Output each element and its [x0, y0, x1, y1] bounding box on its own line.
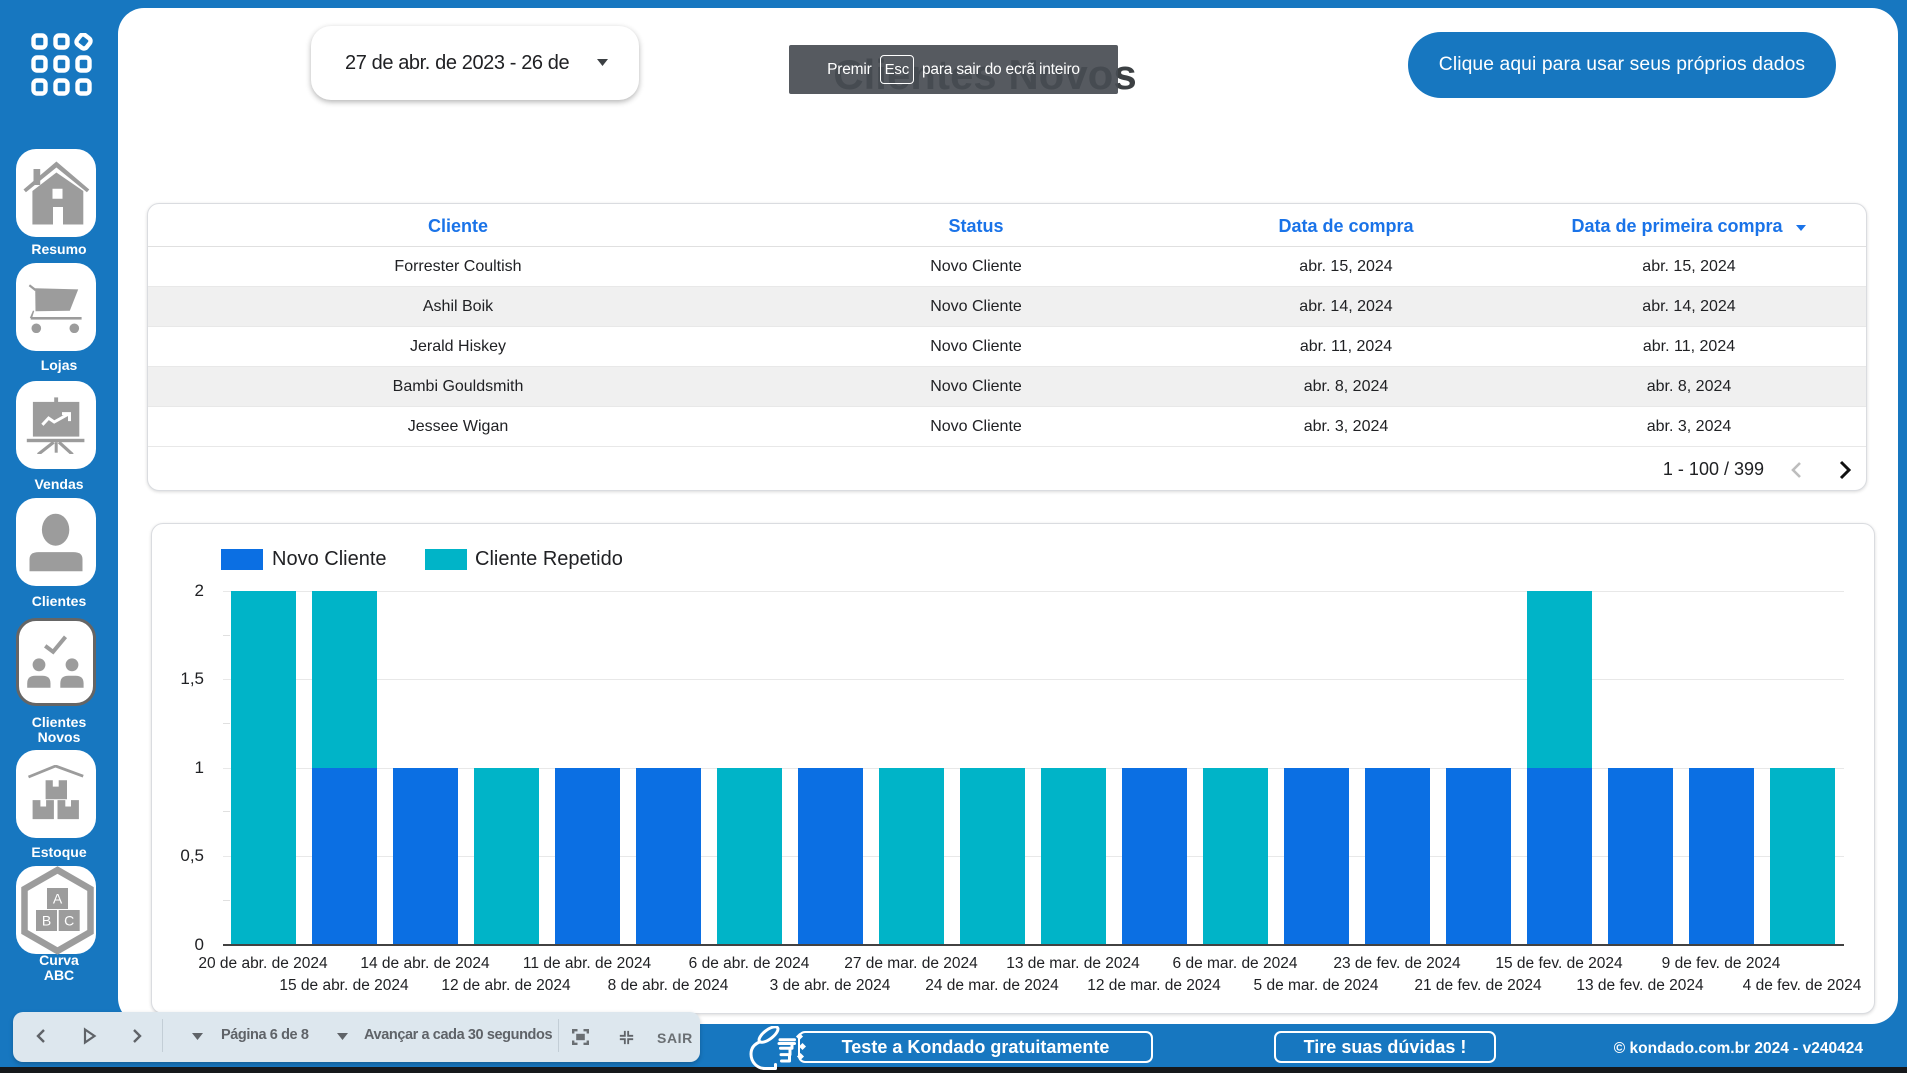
svg-text:A: A: [53, 891, 63, 907]
svg-text:B: B: [42, 913, 51, 929]
svg-text:C: C: [64, 913, 74, 929]
